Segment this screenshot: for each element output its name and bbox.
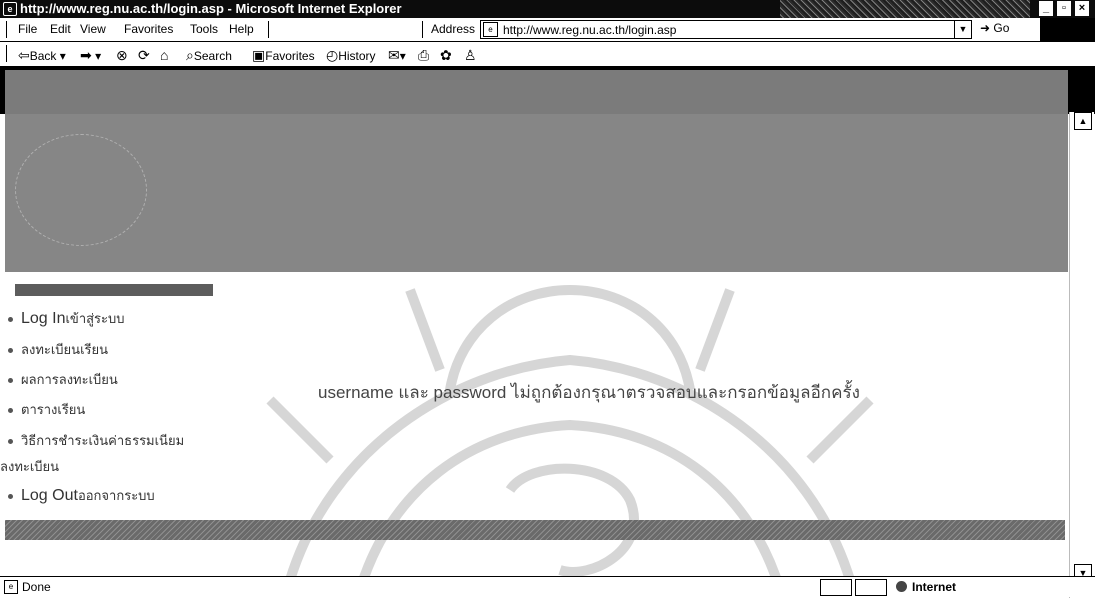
- search-icon: ⌕: [186, 47, 194, 63]
- throbber-area: [1040, 18, 1095, 41]
- login-error-message: username และ password ไม่ถูกต้องกรุณาตรว…: [318, 383, 860, 402]
- sidebar-item-register[interactable]: ลงทะเบียนเรียน: [8, 339, 108, 360]
- address-label: Address: [431, 22, 476, 36]
- refresh-button[interactable]: ⟳: [138, 47, 150, 64]
- page-icon: e: [483, 22, 498, 37]
- mail-icon: ✉: [388, 47, 400, 63]
- go-label: Go: [993, 21, 1010, 35]
- page-footer-bar: [5, 520, 1065, 540]
- close-button[interactable]: ×: [1075, 1, 1089, 16]
- watermark-emblem-icon: [266, 285, 874, 592]
- menu-edit[interactable]: Edit: [50, 22, 71, 36]
- minimize-button[interactable]: _: [1039, 1, 1053, 16]
- sidebar-item-timetable[interactable]: ตารางเรียน: [8, 399, 85, 420]
- logout-link-main[interactable]: Log Out: [21, 487, 78, 504]
- home-button[interactable]: ⌂: [160, 47, 168, 63]
- toolbar: ⇦Back ▾ ➡ ▾ ⊗ ⟳ ⌂ ⌕Search ▣Favorites ◴Hi…: [0, 42, 1095, 67]
- bullet-icon: [8, 317, 13, 323]
- messenger-button[interactable]: ♙: [464, 47, 477, 64]
- favorites-label: Favorites: [265, 49, 315, 63]
- menu-view[interactable]: View: [80, 22, 106, 36]
- address-bar[interactable]: e ▼: [480, 20, 972, 39]
- timetable-link[interactable]: ตารางเรียน: [21, 402, 85, 417]
- sidebar-item-payment-wrap[interactable]: ลงทะเบียน: [0, 456, 59, 477]
- menu-grip: [6, 21, 7, 38]
- site-banner-body: [5, 114, 1068, 272]
- menu-favorites[interactable]: Favorites: [124, 22, 173, 36]
- status-pane-1: [820, 579, 852, 596]
- status-bar: e Done Internet: [0, 576, 1095, 597]
- register-link[interactable]: ลงทะเบียนเรียน: [21, 342, 108, 357]
- edit-icon: ✿: [440, 47, 452, 63]
- history-label: History: [338, 49, 376, 63]
- bullet-icon: [8, 348, 13, 354]
- favorites-button[interactable]: ▣Favorites: [252, 47, 315, 64]
- print-icon: ⎙: [418, 47, 430, 63]
- menu-bar: File Edit View Favorites Tools Help Addr…: [0, 18, 1095, 42]
- stop-icon: ⊗: [116, 47, 128, 63]
- ie-page-icon: e: [3, 2, 17, 16]
- address-grip-2: [422, 21, 423, 38]
- window-controls: _ ▫ ×: [1039, 1, 1089, 17]
- home-icon: ⌂: [160, 47, 169, 63]
- go-button[interactable]: ➜ Go: [980, 20, 1009, 37]
- bullet-icon: [8, 378, 13, 384]
- favorites-icon: ▣: [252, 47, 266, 63]
- toolbar-grip: [6, 45, 7, 62]
- messenger-icon: ♙: [464, 47, 477, 63]
- address-dropdown-icon[interactable]: ▼: [954, 21, 971, 38]
- scroll-up-arrow-icon[interactable]: ▲: [1074, 112, 1092, 130]
- payment-link[interactable]: วิธีการชำระเงินค่าธรรมเนียม: [21, 433, 184, 448]
- security-zone-label: Internet: [912, 580, 957, 594]
- search-button[interactable]: ⌕Search: [186, 47, 232, 64]
- status-text: Done: [22, 580, 51, 594]
- go-arrow-icon: ➜: [980, 21, 991, 35]
- forward-arrow-icon: ➡: [80, 47, 92, 63]
- print-button[interactable]: ⎙: [418, 47, 429, 64]
- address-grip: [268, 21, 269, 38]
- internet-zone-icon: [896, 581, 907, 592]
- status-pane-2: [855, 579, 887, 596]
- registration-result-link[interactable]: ผลการลงทะเบียน: [21, 372, 118, 387]
- sidebar-item-logout[interactable]: Log Outออกจากระบบ: [8, 485, 155, 506]
- bullet-icon: [8, 439, 13, 445]
- search-label: Search: [193, 49, 232, 63]
- login-link-main[interactable]: Log In: [21, 310, 65, 327]
- history-icon: ◴: [326, 47, 339, 63]
- title-bar: e http://www.reg.nu.ac.th/login.asp - Mi…: [0, 0, 1095, 18]
- logout-link-thai[interactable]: ออกจากระบบ: [78, 488, 155, 503]
- login-link-thai[interactable]: เข้าสู่ระบบ: [65, 311, 124, 326]
- mail-button[interactable]: ✉▾: [388, 47, 406, 64]
- vertical-scrollbar[interactable]: ▲ ▼: [1069, 112, 1094, 598]
- menu-help[interactable]: Help: [229, 22, 254, 36]
- payment-link-wrap[interactable]: ลงทะเบียน: [0, 459, 59, 474]
- menu-tools[interactable]: Tools: [190, 22, 218, 36]
- banner-logo-ghost: [15, 134, 147, 246]
- maximize-button[interactable]: ▫: [1057, 1, 1071, 16]
- sidebar-item-payment[interactable]: วิธีการชำระเงินค่าธรรมเนียม: [8, 430, 184, 451]
- back-button[interactable]: ⇦Back ▾: [18, 47, 66, 64]
- status-page-icon: e: [4, 580, 18, 594]
- sidebar-item-registration-result[interactable]: ผลการลงทะเบียน: [8, 369, 118, 390]
- back-arrow-icon: ⇦: [18, 47, 30, 63]
- edit-button[interactable]: ✿: [440, 47, 452, 64]
- bullet-icon: [8, 408, 13, 414]
- sidebar-header: [15, 284, 213, 296]
- refresh-icon: ⟳: [138, 47, 150, 63]
- bullet-icon: [8, 494, 13, 500]
- address-input[interactable]: [503, 21, 943, 38]
- stop-button[interactable]: ⊗: [116, 47, 128, 64]
- menu-file[interactable]: File: [18, 22, 37, 36]
- window-title: http://www.reg.nu.ac.th/login.asp - Micr…: [20, 1, 402, 16]
- history-button[interactable]: ◴History: [326, 47, 376, 64]
- title-bar-dither: [780, 0, 1030, 18]
- forward-button[interactable]: ➡ ▾: [80, 47, 101, 64]
- sidebar-item-login[interactable]: Log Inเข้าสู่ระบบ: [8, 308, 125, 329]
- back-label: Back: [29, 49, 57, 63]
